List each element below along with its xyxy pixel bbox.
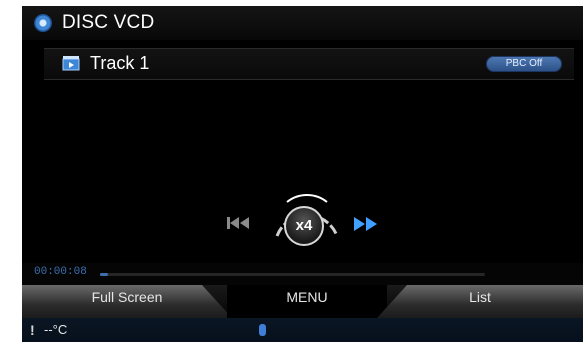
disc-icon (34, 14, 52, 32)
bottom-menu-bar: Full Screen MENU List (22, 285, 583, 318)
list-label: List (469, 289, 491, 305)
full-screen-button[interactable]: Full Screen (22, 285, 232, 318)
progress-strip: 00:00:08 (22, 263, 583, 285)
source-title: DISC VCD (62, 12, 155, 33)
playback-controls: x4 (217, 174, 387, 264)
pbc-button[interactable]: PBC Off (486, 56, 562, 72)
temperature-label: --°C (44, 322, 68, 337)
rewind-icon[interactable] (227, 216, 251, 230)
full-screen-label: Full Screen (91, 289, 163, 305)
elapsed-time: 00:00:08 (34, 266, 87, 278)
progress-track[interactable] (100, 273, 485, 276)
fast-forward-icon[interactable] (352, 216, 382, 232)
menu-label: MENU (286, 289, 328, 305)
status-bar: ! --°C (22, 318, 583, 342)
header-bar: DISC VCD (22, 6, 583, 40)
speed-indicator[interactable]: x4 (284, 206, 324, 246)
bluetooth-icon (259, 324, 266, 336)
warning-icon: ! (30, 322, 35, 338)
list-button[interactable]: List (377, 285, 583, 318)
vcd-player-screen: DISC VCD Track 1 PBC Off x4 00:00:08 Ful… (22, 6, 583, 342)
video-track-icon (62, 56, 80, 71)
menu-button[interactable]: MENU (227, 285, 387, 318)
track-info-bar: Track 1 PBC Off (44, 48, 574, 80)
track-label: Track 1 (90, 53, 150, 73)
progress-fill (100, 273, 108, 276)
